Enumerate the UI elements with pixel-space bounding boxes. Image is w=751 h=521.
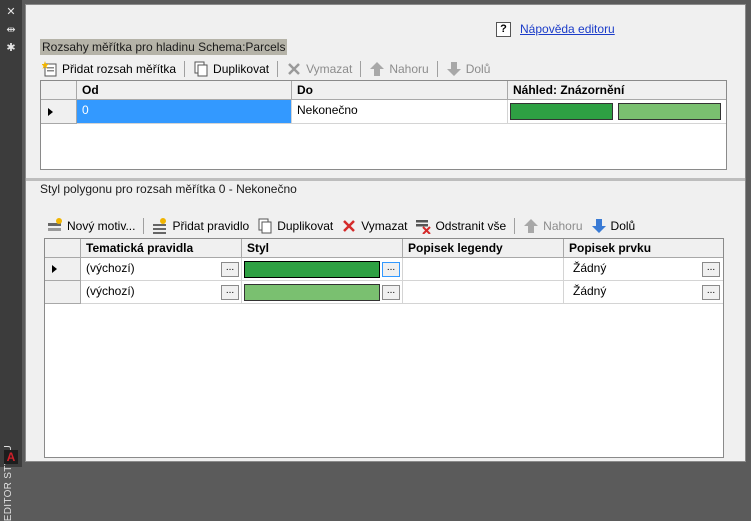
move-up-range-label: Nahoru <box>389 62 429 76</box>
remove-all-label: Odstranit vše <box>435 219 507 233</box>
current-row-icon <box>48 108 53 116</box>
toolbar-separator <box>277 61 279 77</box>
style-swatch <box>244 261 380 278</box>
settings-icon[interactable]: ✱ <box>4 42 18 54</box>
duplicate-rule-button[interactable]: Duplikovat <box>253 216 337 236</box>
remove-all-icon <box>415 218 432 235</box>
help-icon[interactable]: ? <box>496 21 511 37</box>
arrow-down-icon <box>591 218 607 234</box>
toolbar-separator <box>143 218 145 234</box>
current-row-icon <box>52 265 57 273</box>
toolbar-separator <box>184 61 186 77</box>
column-header-to[interactable]: Do <box>292 81 508 100</box>
toolbar-separator <box>360 61 362 77</box>
range-to-cell[interactable]: Nekonečno <box>292 100 508 124</box>
delete-range-button[interactable]: Vymazat <box>282 59 356 79</box>
delete-icon <box>341 218 357 234</box>
toolbar-separator <box>514 218 516 234</box>
column-header-feature[interactable]: Popisek prvku <box>564 239 723 258</box>
add-scale-range-button[interactable]: Přidat rozsah měřítka <box>38 59 180 79</box>
rule-ellipsis-button[interactable]: ... <box>221 262 239 277</box>
close-icon[interactable]: ✕ <box>4 6 18 18</box>
feature-label: Žádný <box>573 284 607 298</box>
style-swatch <box>244 284 380 301</box>
rule-label: (výchozí) <box>86 284 135 298</box>
duplicate-range-button[interactable]: Duplikovat <box>189 59 273 79</box>
add-rule-button[interactable]: Přidat pravidlo <box>148 216 253 236</box>
preview-swatch <box>618 103 721 120</box>
feature-label: Žádný <box>573 261 607 275</box>
move-down-rule-label: Dolů <box>610 219 636 233</box>
column-header-preview[interactable]: Náhled: Znázornění <box>508 81 726 100</box>
legend-cell[interactable] <box>403 281 564 304</box>
column-header-legend[interactable]: Popisek legendy <box>403 239 564 258</box>
arrow-down-icon <box>446 61 462 77</box>
legend-cell[interactable] <box>403 258 564 281</box>
scale-ranges-toolbar: Přidat rozsah měřítka Duplikovat Vymazat… <box>38 59 494 79</box>
preview-swatch <box>510 103 613 120</box>
row-selector[interactable] <box>45 258 81 281</box>
duplicate-icon <box>257 218 273 234</box>
row-selector[interactable] <box>45 281 81 304</box>
column-header-style[interactable]: Styl <box>242 239 403 258</box>
polygon-style-title: Styl polygonu pro rozsah měřítka 0 - Nek… <box>40 182 297 196</box>
row-selector[interactable] <box>41 100 77 124</box>
help-link[interactable]: Nápověda editoru <box>520 22 615 36</box>
new-theme-label: Nový motiv... <box>67 219 136 233</box>
help-area: ? Nápověda editoru <box>496 21 615 37</box>
polygon-style-toolbar: Nový motiv... Přidat pravidlo Duplikovat… <box>43 216 639 236</box>
palette-side-strip: ✕ ⇹ ✱ EDITOR STYLU A <box>0 0 22 521</box>
style-ellipsis-button[interactable]: ... <box>382 262 400 277</box>
app-logo-icon: A <box>4 450 18 464</box>
duplicate-range-label: Duplikovat <box>213 62 270 76</box>
duplicate-icon <box>193 61 209 77</box>
delete-rule-label: Vymazat <box>361 219 408 233</box>
style-ellipsis-button[interactable]: ... <box>382 285 400 300</box>
arrow-up-icon <box>369 61 385 77</box>
style-cell[interactable]: ... <box>242 258 403 281</box>
scale-ranges-grid: Od Do Náhled: Znázornění 0 Nekonečno <box>40 80 727 170</box>
panel-splitter[interactable] <box>26 178 745 181</box>
rule-cell[interactable]: (výchozí) ... <box>81 258 242 281</box>
move-up-rule-button[interactable]: Nahoru <box>519 216 586 236</box>
row-header-corner <box>41 81 77 100</box>
duplicate-rule-label: Duplikovat <box>277 219 334 233</box>
new-theme-icon <box>47 218 63 234</box>
move-down-rule-button[interactable]: Dolů <box>587 216 640 236</box>
add-rule-icon <box>152 218 168 234</box>
scale-ranges-title: Rozsahy měřítka pro hladinu Schema:Parce… <box>40 39 288 55</box>
thematic-rules-grid: Tematická pravidla Styl Popisek legendy … <box>44 238 724 458</box>
rule-label: (výchozí) <box>86 261 135 275</box>
range-from-cell[interactable]: 0 <box>77 100 292 124</box>
range-preview-cell[interactable] <box>508 100 726 124</box>
pin-icon[interactable]: ⇹ <box>4 24 18 36</box>
feature-cell[interactable]: Žádný ... <box>564 258 723 281</box>
feature-cell[interactable]: Žádný ... <box>564 281 723 304</box>
move-up-rule-label: Nahoru <box>543 219 583 233</box>
new-theme-button[interactable]: Nový motiv... <box>43 216 139 236</box>
delete-rule-button[interactable]: Vymazat <box>337 216 411 236</box>
feature-ellipsis-button[interactable]: ... <box>702 285 720 300</box>
arrow-up-icon <box>523 218 539 234</box>
column-header-from[interactable]: Od <box>77 81 292 100</box>
remove-all-button[interactable]: Odstranit vše <box>411 216 510 236</box>
toolbar-separator <box>436 61 438 77</box>
rule-ellipsis-button[interactable]: ... <box>221 285 239 300</box>
move-down-range-label: Dolů <box>465 62 491 76</box>
rule-cell[interactable]: (výchozí) ... <box>81 281 242 304</box>
move-down-range-button[interactable]: Dolů <box>442 59 495 79</box>
add-range-icon <box>41 61 58 77</box>
row-header-corner <box>45 239 81 258</box>
style-editor-panel: ? Nápověda editoru Rozsahy měřítka pro h… <box>25 4 746 462</box>
column-header-rules[interactable]: Tematická pravidla <box>81 239 242 258</box>
delete-range-label: Vymazat <box>306 62 353 76</box>
add-scale-range-label: Přidat rozsah měřítka <box>62 62 177 76</box>
feature-ellipsis-button[interactable]: ... <box>702 262 720 277</box>
move-up-range-button[interactable]: Nahoru <box>365 59 432 79</box>
style-cell[interactable]: ... <box>242 281 403 304</box>
add-rule-label: Přidat pravidlo <box>172 219 250 233</box>
delete-icon <box>286 61 302 77</box>
